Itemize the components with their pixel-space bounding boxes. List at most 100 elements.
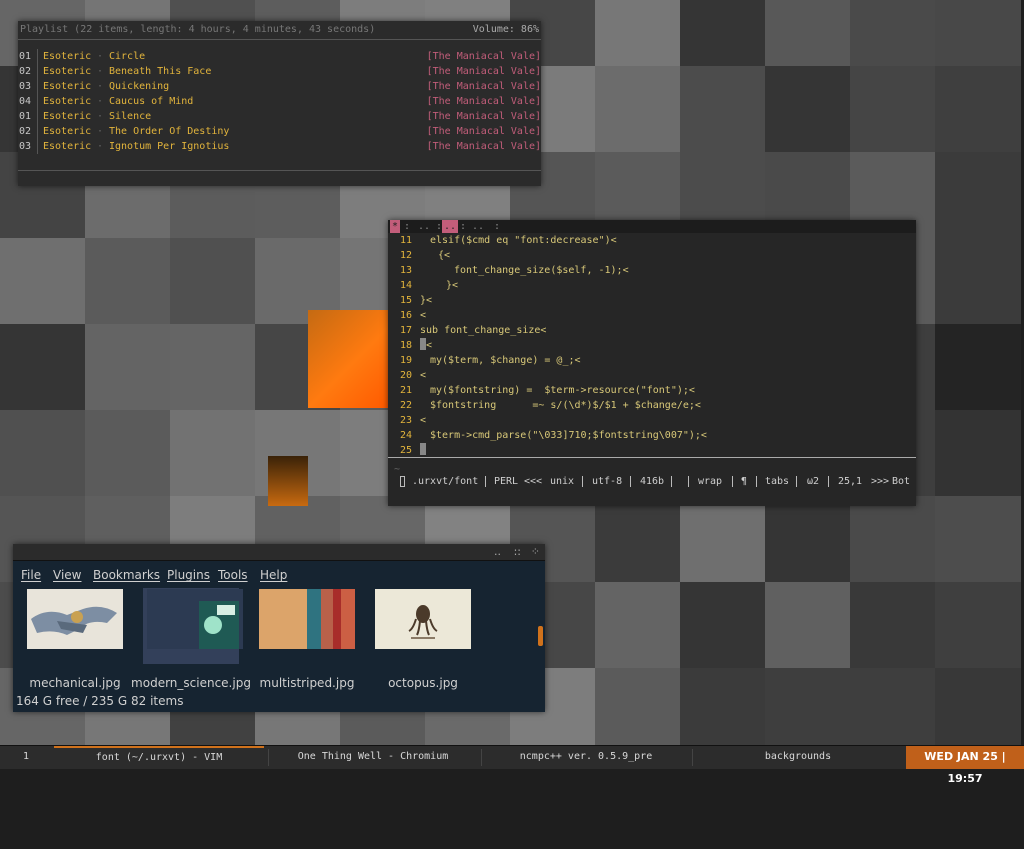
vim-buffer[interactable]: 11 elsif($cmd eq "font:decrease")< 12 {< 13 f… [388,233,916,458]
wallpaper-tile [595,66,681,152]
vim-tab[interactable]: : [492,220,502,233]
taskbar: 1 font (~/.urxvt) - VIM One Thing Well -… [0,745,1024,785]
vim-tab[interactable]: * [390,220,401,233]
playlist-track-row[interactable]: 03 Esoteric · Quickening [The Maniacal Vale] [18,79,541,94]
maximize-icon[interactable]: :: [514,544,521,560]
playlist-track-row[interactable]: 04 Esoteric · Caucus of Mind [The Maniacal V… [18,94,541,109]
vim-line: 21 my($fontstring) = $term->resource("fon… [388,383,916,398]
track-column-divider [37,49,38,64]
track-artist: Esoteric [43,111,92,122]
status-filesize: 416b [640,476,665,487]
task-ncmpcpp[interactable]: ncmpc++ ver. 0.5.9_pre [481,746,691,769]
track-album: [The Maniacal Vale] [426,51,541,62]
status-pilcrow: ¶ [741,476,748,487]
vim-line: 25 [388,443,916,458]
image-thumbnail-multistriped[interactable] [259,589,355,649]
vim-tab[interactable]: .. [416,220,432,233]
fm-scrollbar-thumb[interactable] [538,626,543,646]
wallpaper-tile [680,0,766,66]
image-thumbnail-octopus[interactable] [375,589,471,649]
vim-tab[interactable]: : [402,220,412,233]
vim-tab[interactable]: .. [442,220,459,233]
wallpaper-tile [935,582,1021,668]
close-icon[interactable]: ⁘ [531,544,540,560]
file-name[interactable]: mechanical.jpg [13,676,137,690]
menu-bookmarks[interactable]: Bookmarks [93,561,160,589]
code-text: font_change_size($self, -1);< [454,265,629,276]
clock[interactable]: WED JAN 25 | 19:57 [906,746,1024,785]
menu-tools[interactable]: Tools [218,561,248,589]
track-column-divider [37,139,38,154]
track-separator: · [97,66,104,77]
track-title: Ignotum Per Ignotius [109,141,230,152]
track-separator: · [97,126,104,137]
file-name[interactable]: octopus.jpg [361,676,485,690]
vim-statusline: .urxvt/font PERL <<< unix utf-8 416b wra… [388,474,916,489]
menu-view[interactable]: View [53,561,81,589]
wallpaper-tile [935,496,1021,582]
menu-help[interactable]: Help [260,561,287,589]
playlist-track-row[interactable]: 01 Esoteric · Circle [The Maniacal Vale] [18,49,541,64]
track-title: Caucus of Mind [109,96,194,107]
playlist-header: Playlist (22 items, length: 4 hours, 4 m… [18,21,541,40]
fm-titlebar[interactable]: .. :: ⁘ [13,544,545,561]
status-divider [688,476,689,487]
vim-line: 14}< [388,278,916,293]
playlist-track-row[interactable]: 02 Esoteric · Beneath This Face [The Maniaca… [18,64,541,79]
track-album: [The Maniacal Vale] [426,96,541,107]
wallpaper-tile [765,66,851,152]
status-divider [732,476,733,487]
wallpaper-tile [0,324,86,410]
track-separator: · [97,111,104,122]
vim-line: 24 $term->cmd_parse("\033]710;$fontstring… [388,428,916,443]
file-name[interactable]: modern_science.jpg [129,676,253,690]
minimize-icon[interactable]: .. [494,544,501,560]
playlist-window: Playlist (22 items, length: 4 hours, 4 m… [18,21,541,186]
menu-plugins[interactable]: Plugins [167,561,210,589]
menu-file[interactable]: File [21,561,41,589]
track-album: [The Maniacal Vale] [426,126,541,137]
code-text: }< [446,280,459,291]
code-text: < [420,310,427,321]
status-divider [671,476,672,487]
playlist-track-row[interactable]: 03 Esoteric · Ignotum Per Ignotius [The Mani… [18,139,541,154]
status-wrap: wrap [698,476,723,487]
line-number: 13 [399,265,412,276]
vim-tab[interactable]: .. [470,220,486,233]
image-thumbnail-mechanical[interactable] [27,589,123,649]
playlist-track-row[interactable]: 02 Esoteric · The Order Of Destiny [The Mani… [18,124,541,139]
track-number: 03 [19,81,32,92]
status-divider [756,476,757,487]
status-encoding: utf-8 [592,476,623,487]
track-artist: Esoteric [43,126,92,137]
workspace-indicator[interactable]: 1 [0,746,52,769]
text-cursor [420,443,426,455]
task-chromium[interactable]: One Thing Well - Chromium [268,746,478,769]
vim-line: 20 < [388,368,916,383]
wallpaper-tile [85,410,171,496]
volume-indicator[interactable]: Volume: 86% [473,21,539,39]
playlist-track-row[interactable]: 01 Esoteric · Silence [The Maniacal Vale] [18,109,541,124]
wallpaper-tile [595,582,681,668]
code-text: sub font_change_size< [420,325,547,336]
wallpaper-tile [595,668,681,754]
vim-line: 18 < [388,338,916,353]
status-scroll: Bot [892,476,911,487]
vim-separator [388,457,916,458]
image-thumbnail-modern-science[interactable] [147,589,243,649]
vim-line: 11 elsif($cmd eq "font:decrease")< [388,233,916,248]
track-separator: · [97,51,104,62]
code-text: }< [420,295,433,306]
track-column-divider [37,94,38,109]
task-vim[interactable]: font (~/.urxvt) - VIM [54,746,264,771]
vim-line: 13 font_change_size($self, -1);< [388,263,916,278]
file-name[interactable]: multistriped.jpg [245,676,369,690]
status-divider [582,476,583,487]
code-text: my($term, $change) = @_;< [430,355,581,366]
line-number: 21 [399,385,412,396]
task-backgrounds[interactable]: backgrounds [692,746,904,769]
vim-tab[interactable]: : [458,220,468,233]
track-album: [The Maniacal Vale] [426,141,541,152]
status-filetype: PERL [494,476,519,487]
wallpaper-tile [935,238,1021,324]
